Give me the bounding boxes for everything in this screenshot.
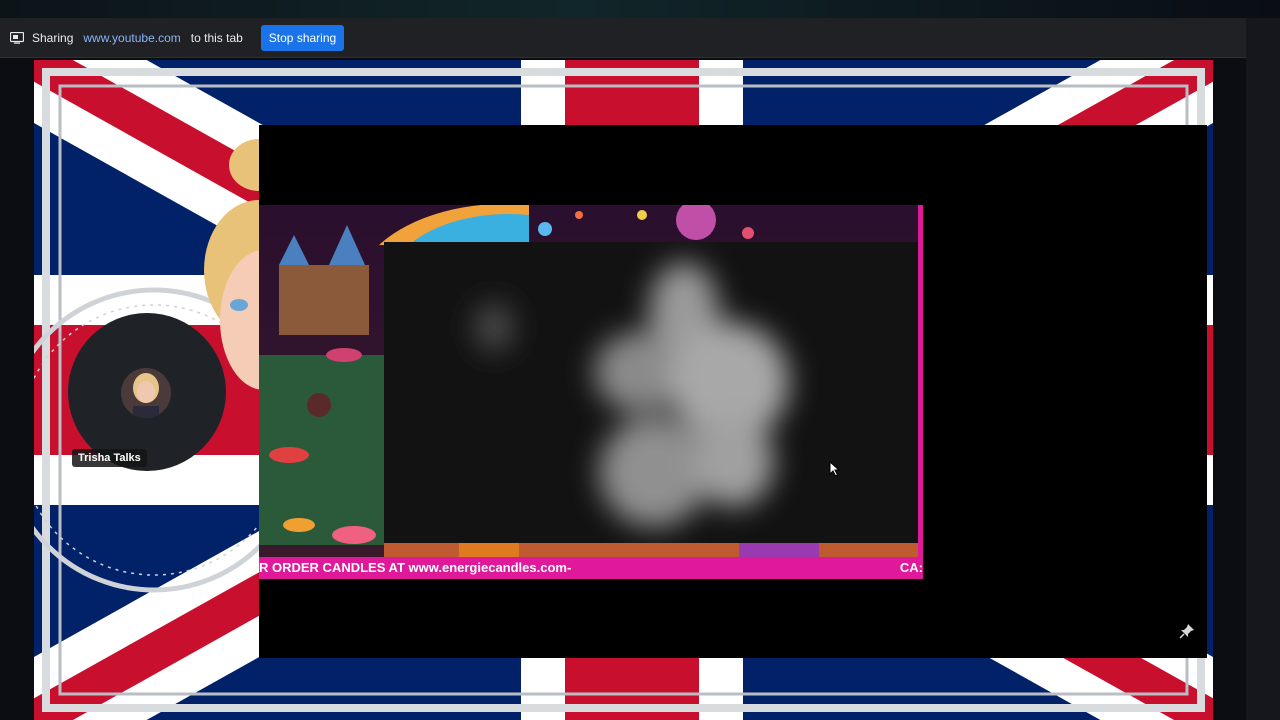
ticker-tail-text: CA:	[899, 560, 923, 575]
window-top-strip	[0, 0, 1280, 18]
shared-url: www.youtube.com	[83, 30, 181, 45]
share-target-label: to this tab	[190, 30, 243, 45]
stream-pink-border	[918, 205, 923, 579]
stop-sharing-button[interactable]: Stop sharing	[260, 24, 345, 51]
scrolling-ticker: R ORDER CANDLES AT www.energiecandles.co…	[259, 557, 923, 579]
avatar	[121, 368, 171, 418]
screen-share-icon	[10, 31, 24, 44]
tab-sharing-bar: Sharing www.youtube.com to this tab Stop…	[0, 18, 1246, 58]
blurry-video-content	[384, 242, 918, 543]
side-panel-edge	[1246, 18, 1280, 720]
ticker-text: R ORDER CANDLES AT www.energiecandles.co…	[259, 560, 572, 575]
pin-icon[interactable]	[1178, 622, 1196, 640]
participant-name: Trisha Talks	[72, 449, 147, 467]
sharing-label: Sharing	[32, 30, 74, 45]
mouse-pointer-icon	[829, 461, 841, 477]
